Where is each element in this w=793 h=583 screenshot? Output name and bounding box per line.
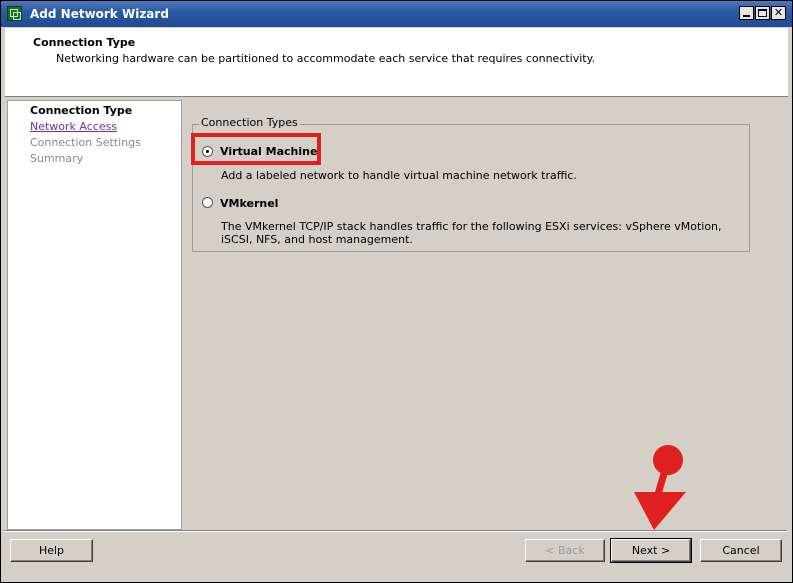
wizard-header: Connection Type Networking hardware can … [5, 28, 788, 97]
maximize-button[interactable] [755, 6, 770, 20]
step-network-access-link[interactable]: Network Access [30, 120, 117, 133]
vsphere-app-icon [7, 6, 22, 21]
vmkernel-description: The VMkernel TCP/IP stack handles traffi… [221, 220, 722, 246]
annotation-arrow-icon [634, 445, 686, 530]
page-subtitle: Networking hardware can be partitioned t… [56, 52, 596, 65]
group-legend: Connection Types [199, 116, 300, 129]
cancel-button[interactable]: Cancel [700, 539, 782, 562]
virtual-machine-description: Add a labeled network to handle virtual … [221, 169, 577, 182]
page-title: Connection Type [33, 36, 136, 49]
step-connection-type: Connection Type [30, 104, 133, 117]
minimize-button[interactable] [739, 6, 754, 20]
step-summary: Summary [30, 152, 84, 165]
help-button[interactable]: Help [10, 539, 93, 562]
title-bar[interactable]: Add Network Wizard ✕ [1, 1, 792, 27]
next-button[interactable]: Next > [610, 538, 692, 563]
wizard-steps-panel: Connection Type Network Access Connectio… [7, 100, 182, 530]
vmkernel-radio[interactable] [202, 197, 213, 208]
vmkernel-label[interactable]: VMkernel [220, 197, 278, 210]
back-button: < Back [525, 539, 605, 562]
close-button[interactable]: ✕ [771, 6, 786, 20]
window-title: Add Network Wizard [30, 7, 169, 21]
annotation-highlight-box [191, 133, 321, 165]
step-connection-settings: Connection Settings [30, 136, 141, 149]
